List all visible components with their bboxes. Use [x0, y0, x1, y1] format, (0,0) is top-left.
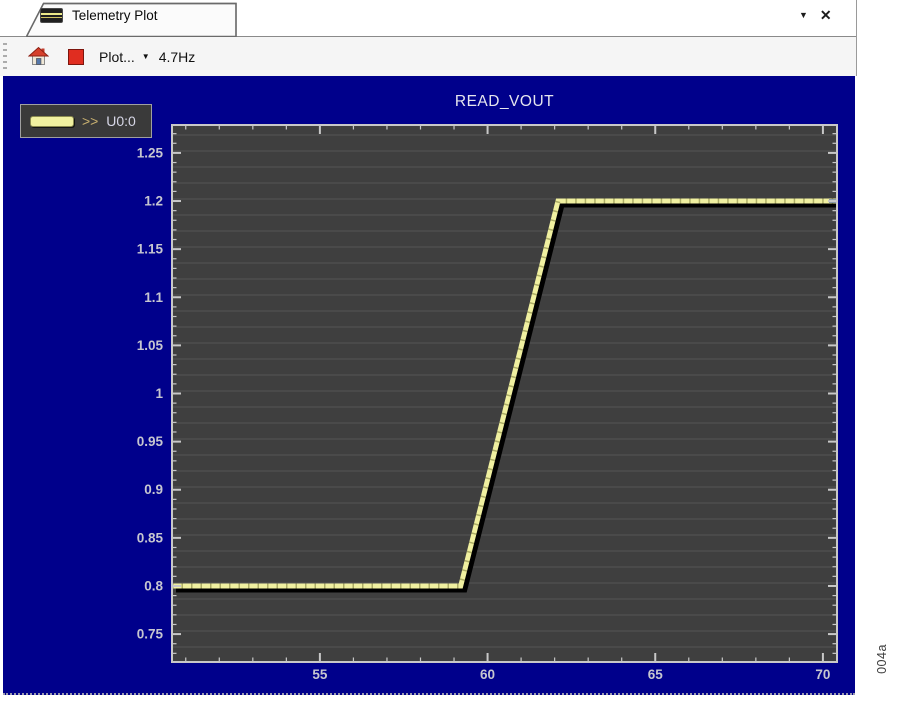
svg-text:1.15: 1.15 [137, 242, 164, 257]
svg-text:1.05: 1.05 [137, 338, 164, 353]
figure-code-watermark: 004a [875, 640, 889, 678]
svg-text:65: 65 [648, 667, 664, 682]
svg-text:0.95: 0.95 [137, 434, 164, 449]
svg-text:0.8: 0.8 [144, 578, 163, 593]
svg-text:0.75: 0.75 [137, 627, 164, 642]
svg-text:1.1: 1.1 [144, 290, 163, 305]
telemetry-chart[interactable]: 1.25 1.2 1.15 1.1 1.05 1 0.95 0.9 0.85 0.8 0.75 55 6… [0, 0, 900, 705]
svg-text:70: 70 [815, 667, 830, 682]
svg-text:1.2: 1.2 [144, 194, 163, 209]
svg-text:0.85: 0.85 [137, 530, 164, 545]
svg-text:55: 55 [312, 667, 328, 682]
svg-text:60: 60 [480, 667, 495, 682]
svg-text:0.9: 0.9 [144, 482, 163, 497]
svg-text:1: 1 [155, 386, 163, 401]
svg-text:1.25: 1.25 [137, 145, 164, 160]
telemetry-plot-window: Telemetry Plot ▼ ✕ Plot... ▼ [0, 0, 900, 705]
